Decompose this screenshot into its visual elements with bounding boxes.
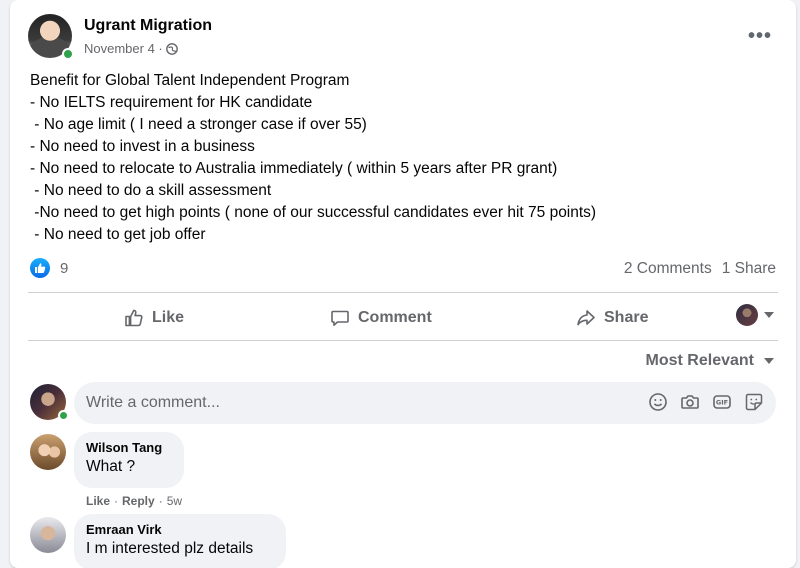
online-status-dot [58,410,69,421]
comment-actions: Like · Reply · 5w [86,494,182,508]
sort-label: Most Relevant [645,352,754,369]
comment-age[interactable]: 5w [167,494,182,508]
post-text: Benefit for Global Talent Independent Pr… [30,72,597,243]
comment-reply-link[interactable]: Reply [122,494,155,508]
like-label: Like [152,309,185,326]
like-reaction-icon[interactable] [30,258,50,278]
commenter-avatar[interactable] [30,434,66,470]
share-arrow-icon [576,308,596,328]
comment-composer: GIF [74,382,776,424]
comment-bubble: Wilson Tang What ? [74,432,184,488]
share-label: Share [604,309,649,326]
comment-button[interactable]: Comment [330,300,432,336]
commenter-name[interactable]: Wilson Tang [86,440,172,455]
commenter-avatar[interactable] [30,517,66,553]
comment-like-link[interactable]: Like [86,494,110,508]
post-stats: 9 2 Comments 1 Share [30,258,776,280]
shares-count[interactable]: 1 Share [722,260,776,278]
caret-down-icon [764,312,774,318]
commenter-name[interactable]: Emraan Virk [86,522,274,537]
gif-icon[interactable]: GIF [712,392,732,412]
comment-bubble: Emraan Virk I m interested plz details [74,514,286,568]
online-status-dot [62,48,74,60]
comments-count[interactable]: 2 Comments [624,260,712,278]
separator-dot: · [114,494,119,508]
thumbs-up-icon [124,308,144,328]
like-count[interactable]: 9 [60,260,68,277]
divider [28,340,778,341]
post-date[interactable]: November 4 · [84,41,163,56]
svg-text:GIF: GIF [716,399,728,407]
comment-text: I m interested plz details [86,540,254,557]
divider [28,292,778,293]
action-bar: Like Comment Share [28,296,778,340]
caret-down-icon [764,358,774,364]
page-avatar [736,304,758,326]
more-options-button[interactable]: ••• [742,22,778,50]
composer-toolbar: GIF [648,392,764,412]
separator-dot: · [158,494,163,508]
emoji-icon[interactable] [648,392,668,412]
like-button[interactable]: Like [124,300,184,336]
comment-bubble-icon [330,308,350,328]
comment-label: Comment [358,309,432,326]
sort-comments-dropdown[interactable]: Most Relevant [646,352,774,370]
globe-icon [165,42,178,55]
camera-icon[interactable] [680,392,700,412]
engagement-counts: 2 Comments 1 Share [624,260,776,278]
author-name[interactable]: Ugrant Migration [84,17,212,35]
sticker-icon[interactable] [744,392,764,412]
page-selector-button[interactable] [736,304,774,326]
comment-text: What ? [86,458,136,475]
post-meta: November 4 · [84,41,178,56]
comment-input[interactable] [86,394,626,412]
post-header: Ugrant Migration November 4 · ••• [28,14,778,62]
share-button[interactable]: Share [576,300,648,336]
post-card: Ugrant Migration November 4 · ••• Benefi… [10,0,796,568]
